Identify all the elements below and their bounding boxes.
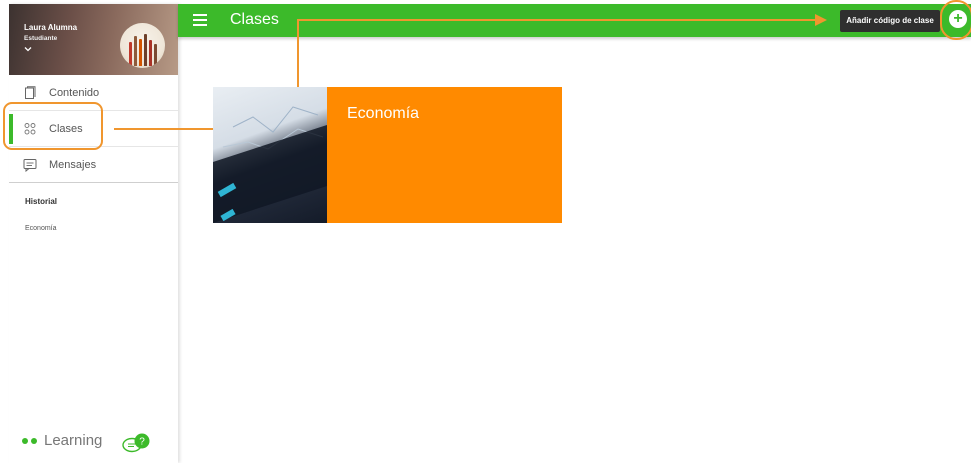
avatar (120, 23, 165, 68)
user-name: Laura Alumna (24, 23, 78, 32)
highlight-add-button (940, 0, 971, 40)
logo-dot (31, 437, 37, 444)
book-icon (25, 86, 36, 99)
annotation-arrow-icon (815, 14, 827, 26)
history-item[interactable]: Economía (25, 225, 57, 232)
class-card[interactable]: Economía (213, 87, 562, 223)
brand-name: Learning (44, 432, 103, 449)
profile-header[interactable]: Laura Alumna Estudiante (9, 4, 178, 75)
message-icon (23, 159, 37, 172)
history-title: Historial (25, 197, 58, 206)
divider (9, 182, 178, 183)
sidebar-item-label: Mensajes (49, 158, 97, 171)
class-card-image (213, 87, 327, 223)
chevron-down-icon[interactable] (24, 45, 32, 53)
annotation-line (297, 19, 815, 21)
sidebar-item-mensajes[interactable]: Mensajes (9, 147, 178, 182)
sidebar-item-label: Contenido (49, 86, 100, 99)
page-title: Clases (230, 11, 279, 28)
highlight-clases (3, 102, 103, 150)
finance-chart-image (213, 106, 327, 223)
user-role: Estudiante (24, 35, 58, 42)
logo-dot (22, 437, 28, 444)
add-class-code-tooltip: Añadir código de clase (840, 10, 940, 32)
class-card-title: Economía (347, 105, 420, 122)
sidebar: Laura Alumna Estudiante Contenido Clases… (9, 4, 178, 463)
help-badge: ? (139, 437, 145, 448)
class-card-body[interactable]: Economía (327, 87, 562, 223)
help-chat-icon[interactable]: ? (121, 432, 151, 454)
menu-icon[interactable] (193, 14, 207, 26)
brand-logo: Learning (22, 432, 102, 449)
